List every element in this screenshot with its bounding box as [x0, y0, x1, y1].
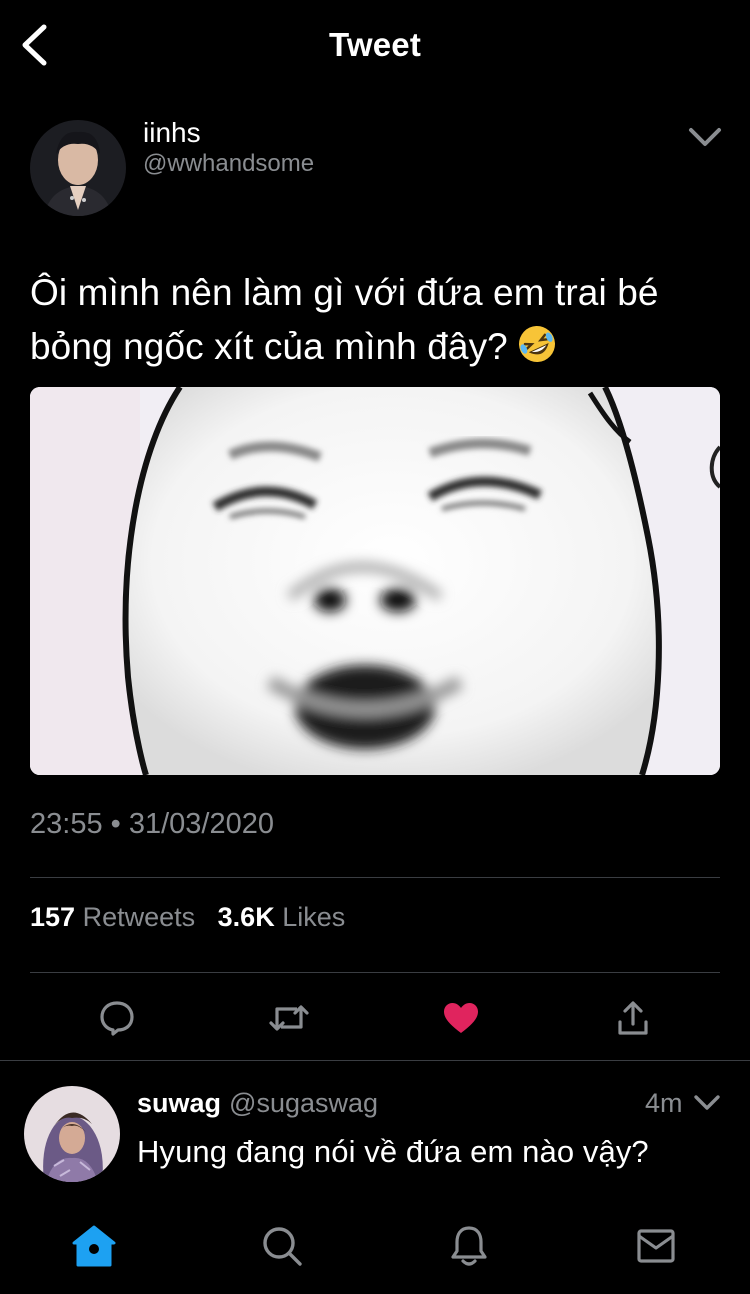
tweet-stats: 157 Retweets 3.6K Likes: [30, 902, 345, 933]
avatar-image: [30, 120, 126, 216]
retweet-icon: [269, 1005, 309, 1031]
reply-icon: [100, 1001, 134, 1036]
reply-author-avatar[interactable]: [24, 1086, 120, 1182]
share-icon: [618, 1001, 648, 1035]
reply-author-handle[interactable]: @sugaswag: [229, 1088, 378, 1118]
author-name[interactable]: iinhs: [143, 117, 201, 149]
reply-author-name[interactable]: suwag: [137, 1088, 221, 1118]
retweets-count: 157: [30, 902, 76, 932]
reply-options-button[interactable]: [693, 1092, 721, 1114]
page-title: Tweet: [328, 26, 422, 63]
bell-icon: [451, 1226, 487, 1266]
retweet-button[interactable]: [267, 996, 311, 1040]
chevron-down-icon: [694, 1095, 720, 1110]
reply-time: 4m: [645, 1088, 683, 1118]
top-nav-bar: Tweet: [0, 0, 750, 90]
tweet-media-image[interactable]: [30, 387, 720, 775]
reply-button[interactable]: [95, 996, 139, 1040]
retweets-stat[interactable]: 157 Retweets: [30, 902, 195, 932]
divider: [30, 877, 720, 878]
divider: [0, 1060, 750, 1061]
divider: [30, 972, 720, 973]
heart-icon: [444, 1003, 478, 1033]
tweet-timestamp: 23:55 • 31/03/2020: [30, 808, 274, 840]
home-icon: [72, 1225, 116, 1267]
chevron-down-icon: [689, 128, 721, 146]
likes-label: Likes: [282, 902, 346, 932]
tweet-options-button[interactable]: [686, 122, 724, 152]
rolling-on-floor-laughing-emoji-icon: [516, 323, 558, 365]
tab-messages[interactable]: [632, 1222, 680, 1270]
likes-stat[interactable]: 3.6K Likes: [218, 902, 346, 932]
tab-home[interactable]: [70, 1222, 118, 1270]
avatar-image: [24, 1086, 120, 1182]
tab-search[interactable]: [258, 1222, 306, 1270]
meme-face-image: [30, 387, 720, 775]
author-avatar[interactable]: [30, 120, 126, 216]
mail-icon: [637, 1229, 675, 1263]
author-handle[interactable]: @wwhandsome: [143, 150, 314, 178]
reply-header: suwag @sugaswag: [137, 1088, 378, 1119]
share-button[interactable]: [611, 996, 655, 1040]
search-icon: [263, 1227, 302, 1266]
reply-text: Hyung đang nói về đứa em nào vậy?: [137, 1134, 649, 1169]
tweet-text: Ôi mình nên làm gì với đứa em trai bé bỏ…: [30, 266, 730, 374]
retweets-label: Retweets: [82, 902, 196, 932]
tab-notifications[interactable]: [445, 1222, 493, 1270]
tweet-text-content: Ôi mình nên làm gì với đứa em trai bé bỏ…: [30, 272, 659, 367]
like-button[interactable]: [439, 996, 483, 1040]
likes-count: 3.6K: [217, 902, 275, 932]
